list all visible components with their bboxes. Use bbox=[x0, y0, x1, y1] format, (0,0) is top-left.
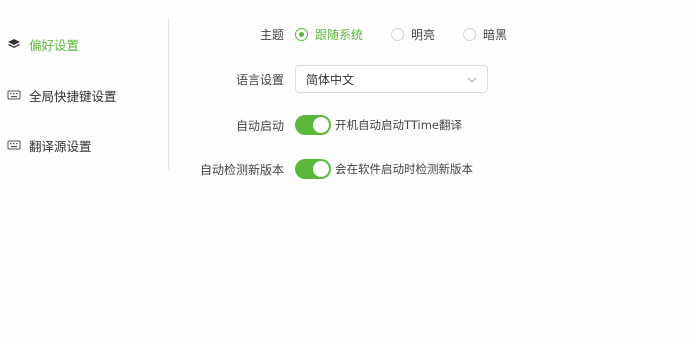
update-check-description: 会在软件启动时检测新版本 bbox=[335, 162, 473, 176]
theme-label: 主题 bbox=[259, 27, 284, 42]
autostart-control: 开机自动启动TTime翻译 bbox=[295, 115, 462, 135]
autostart-toggle[interactable] bbox=[295, 115, 331, 135]
settings-window: 偏好设置 全局快捷键设置 翻译源设置 主题 跟随系统 明亮 暗黑 语言设置 简体… bbox=[0, 0, 694, 343]
theme-option-follow-system[interactable]: 跟随系统 bbox=[295, 26, 363, 43]
language-label: 语言设置 bbox=[235, 72, 284, 87]
keyboard-icon bbox=[7, 139, 21, 151]
radio-unchecked-icon bbox=[463, 27, 477, 41]
update-check-label: 自动检测新版本 bbox=[199, 162, 284, 177]
language-row: 语言设置 简体中文 bbox=[0, 65, 694, 93]
sidebar-item-label: 翻译源设置 bbox=[29, 138, 92, 154]
radio-checked-icon bbox=[295, 27, 308, 41]
update-check-control: 会在软件启动时检测新版本 bbox=[295, 159, 473, 179]
theme-row: 主题 跟随系统 明亮 暗黑 bbox=[0, 21, 694, 47]
language-control: 简体中文 bbox=[295, 65, 488, 93]
language-select-value: 简体中文 bbox=[306, 72, 355, 87]
theme-option-dark[interactable]: 暗黑 bbox=[463, 26, 507, 43]
sidebar-item-translation-sources[interactable]: 翻译源设置 bbox=[7, 135, 92, 155]
theme-radio-group: 跟随系统 明亮 暗黑 bbox=[295, 26, 535, 43]
radio-unchecked-icon bbox=[391, 27, 405, 41]
language-select[interactable]: 简体中文 bbox=[295, 65, 488, 93]
autostart-description: 开机自动启动TTime翻译 bbox=[335, 118, 462, 132]
theme-option-light[interactable]: 明亮 bbox=[391, 26, 435, 43]
autostart-row: 自动启动 开机自动启动TTime翻译 bbox=[0, 112, 694, 138]
chevron-down-icon bbox=[467, 72, 477, 86]
update-check-toggle[interactable] bbox=[295, 159, 331, 179]
autostart-label: 自动启动 bbox=[235, 118, 284, 133]
update-check-row: 自动检测新版本 会在软件启动时检测新版本 bbox=[0, 156, 694, 182]
